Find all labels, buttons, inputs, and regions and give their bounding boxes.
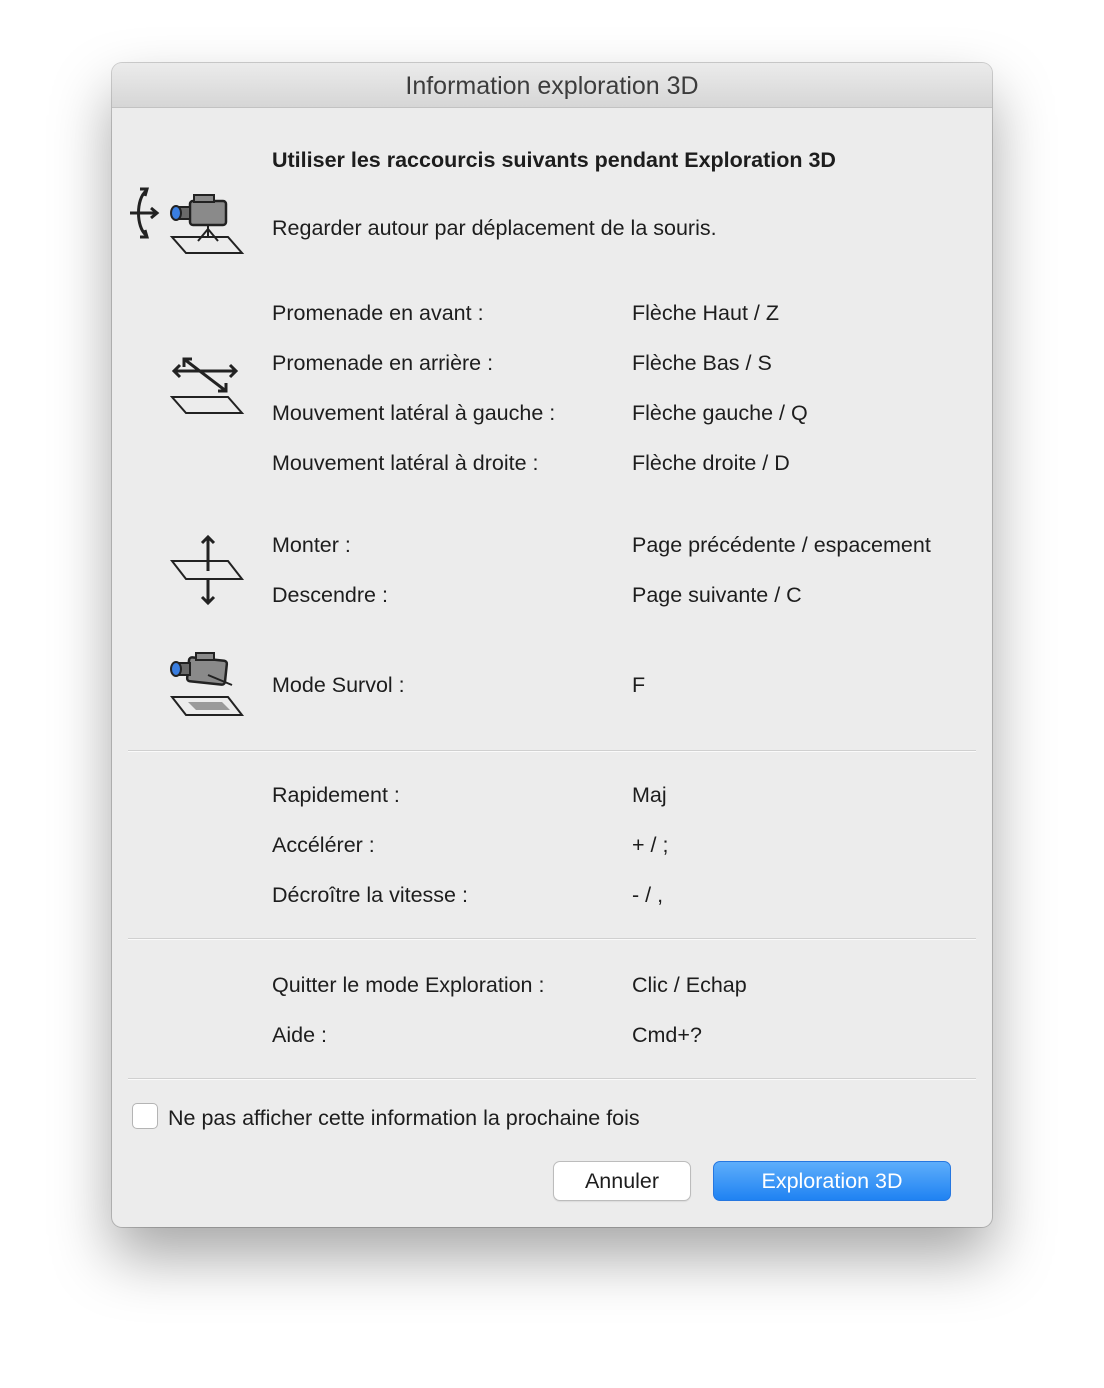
- strafe-right-label: Mouvement latéral à droite :: [272, 451, 539, 475]
- up-label: Monter :: [272, 533, 351, 557]
- strafe-right-key: Flèche droite / D: [632, 451, 790, 475]
- walk-forward-label: Promenade en avant :: [272, 301, 484, 325]
- quit-label: Quitter le mode Exploration :: [272, 973, 545, 997]
- dialog-window: Information exploration 3D Utiliser les …: [112, 63, 992, 1227]
- decelerate-label: Décroître la vitesse :: [272, 883, 468, 907]
- walk-arrows-icon: [170, 357, 245, 414]
- flyover-camera-icon: [169, 652, 245, 716]
- survol-key: F: [632, 673, 646, 697]
- walk-forward-key: Flèche Haut / Z: [632, 301, 779, 325]
- walk-backward-key: Flèche Bas / S: [632, 351, 772, 375]
- window-title: Information exploration 3D: [112, 63, 992, 108]
- strafe-left-key: Flèche gauche / Q: [632, 401, 808, 425]
- cancel-button[interactable]: Annuler: [553, 1161, 691, 1201]
- survol-label: Mode Survol :: [272, 673, 405, 697]
- dont-show-again-checkbox[interactable]: [132, 1103, 158, 1129]
- shortcuts-heading: Utiliser les raccourcis suivants pendant…: [272, 148, 836, 172]
- fast-key: Maj: [632, 783, 667, 807]
- help-key: Cmd+?: [632, 1023, 702, 1047]
- quit-key: Clic / Echap: [632, 973, 747, 997]
- walk-backward-label: Promenade en arrière :: [272, 351, 494, 375]
- up-down-arrows-icon: [170, 534, 245, 606]
- separator: [128, 750, 976, 752]
- separator: [128, 938, 976, 940]
- down-label: Descendre :: [272, 583, 388, 607]
- up-key: Page précédente / espacement: [632, 533, 931, 557]
- accelerate-label: Accélérer :: [272, 833, 375, 857]
- fast-label: Rapidement :: [272, 783, 400, 807]
- strafe-left-label: Mouvement latéral à gauche :: [272, 401, 556, 425]
- look-around-camera-icon: [130, 187, 245, 254]
- look-around-text: Regarder autour par déplacement de la so…: [272, 216, 717, 240]
- help-label: Aide :: [272, 1023, 327, 1047]
- dont-show-again-label[interactable]: Ne pas afficher cette information la pro…: [168, 1105, 640, 1131]
- separator: [128, 1078, 976, 1080]
- explore-3d-button[interactable]: Exploration 3D: [713, 1161, 951, 1201]
- decelerate-key: - / ,: [632, 883, 664, 907]
- accelerate-key: + / ;: [632, 833, 669, 857]
- down-key: Page suivante / C: [632, 583, 802, 607]
